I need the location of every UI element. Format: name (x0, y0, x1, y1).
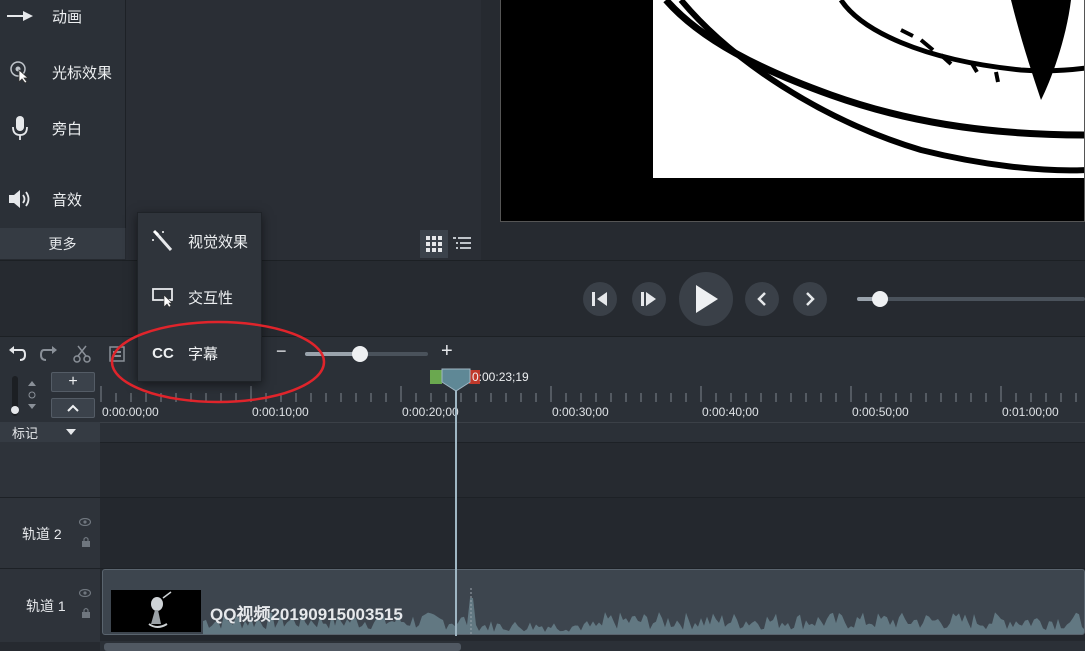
redo-icon[interactable] (38, 343, 60, 365)
playhead-line (455, 390, 457, 636)
tool-cursor-effects[interactable]: 光标效果 (0, 52, 125, 92)
play-button[interactable] (679, 272, 733, 326)
cut-icon[interactable] (71, 343, 93, 365)
speaker-icon (0, 179, 40, 219)
tool-label: 旁白 (52, 120, 83, 138)
dropdown-arrow-icon[interactable] (66, 429, 77, 435)
media-clip[interactable]: QQ视频20190915003515 (102, 569, 1085, 635)
track-height-handle[interactable] (11, 406, 19, 414)
empty-track-header (0, 442, 100, 497)
clip-title: QQ视频20190915003515 (210, 605, 403, 624)
previous-clip-button[interactable] (745, 282, 779, 316)
ruler-tick-label: 0:01:00;00 (1002, 405, 1059, 419)
tool-label: 动画 (52, 8, 83, 26)
collapse-button[interactable] (51, 398, 95, 418)
step-back-button[interactable] (583, 282, 617, 316)
step-back-icon (592, 292, 607, 306)
step-forward-button[interactable] (632, 282, 666, 316)
empty-track-area[interactable] (100, 442, 1085, 498)
ruler-tick-label: 0:00:40;00 (702, 405, 759, 419)
menu-item-label: 视觉效果 (188, 233, 249, 251)
list-view-icon[interactable] (448, 230, 476, 258)
undo-icon[interactable] (6, 343, 28, 365)
ruler-tick-label: 0:00:00;00 (102, 405, 159, 419)
volume-slider-handle[interactable] (871, 291, 888, 307)
zoom-slider-handle[interactable] (352, 346, 369, 362)
marker-track[interactable] (100, 422, 1085, 443)
track-2[interactable] (100, 497, 1085, 569)
chevron-left-icon (757, 292, 766, 306)
next-clip-button[interactable] (793, 282, 827, 316)
track-label: 轨道 2 (22, 525, 62, 542)
preview-canvas[interactable] (500, 0, 1085, 222)
ruler-tick-label: 0:00:50;00 (852, 405, 909, 419)
eye-icon[interactable] (79, 589, 91, 597)
volume-slider-track[interactable] (857, 297, 1085, 301)
arrow-right-icon (0, 0, 40, 36)
chevron-right-icon (806, 292, 815, 306)
tool-voice-narration[interactable]: 旁白 (0, 108, 125, 148)
playhead-handle[interactable] (441, 368, 471, 392)
microphone-icon (0, 108, 40, 148)
menu-item-interactivity[interactable]: 交互性 (138, 269, 261, 325)
play-icon (696, 285, 718, 313)
playhead-time: 0:00:23;19 (472, 370, 529, 384)
tool-audio-effects[interactable]: 音效 (0, 179, 125, 219)
add-track-button[interactable]: + (51, 372, 95, 392)
tool-label: 音效 (52, 191, 83, 209)
eye-icon[interactable] (79, 518, 91, 526)
menu-item-label: 交互性 (188, 289, 234, 307)
grid-view-icon[interactable] (420, 230, 448, 258)
more-tab[interactable]: 更多 (0, 228, 125, 259)
ruler-tick-label: 0:00:30;00 (552, 405, 609, 419)
view-toggle (420, 230, 480, 258)
marker-label: 标记 (12, 425, 39, 441)
lock-icon[interactable] (81, 607, 91, 619)
clip-thumbnail (111, 590, 201, 632)
video-frame-image (653, 0, 1084, 178)
tools-panel: 动画 光标效果 旁白 音效 (0, 0, 126, 228)
ruler-tick-label: 0:00:20;00 (402, 405, 459, 419)
track-2-header[interactable]: 轨道 2 (0, 497, 100, 569)
track-label: 轨道 1 (26, 597, 66, 614)
chevron-up-icon (67, 404, 79, 412)
tool-animation[interactable]: 动画 (0, 0, 125, 36)
zoom-in-button[interactable]: + (441, 340, 453, 363)
zoom-arrows-icon (27, 380, 37, 412)
ruler-tick-label: 0:00:10;00 (252, 405, 309, 419)
interactive-icon (138, 286, 188, 308)
magic-wand-icon (138, 229, 188, 253)
cursor-icon (0, 52, 40, 92)
timeline-side-controls: + (0, 368, 101, 422)
annotation-circle (110, 320, 326, 404)
lock-icon[interactable] (81, 536, 91, 548)
menu-item-visual-effects[interactable]: 视觉效果 (138, 213, 261, 269)
tool-label: 光标效果 (52, 64, 113, 82)
marker-track-header[interactable]: 标记 (0, 422, 100, 442)
step-forward-icon (641, 292, 656, 306)
track-1-header[interactable]: 轨道 1 (0, 568, 100, 642)
scrollbar-thumb[interactable] (104, 643, 461, 651)
